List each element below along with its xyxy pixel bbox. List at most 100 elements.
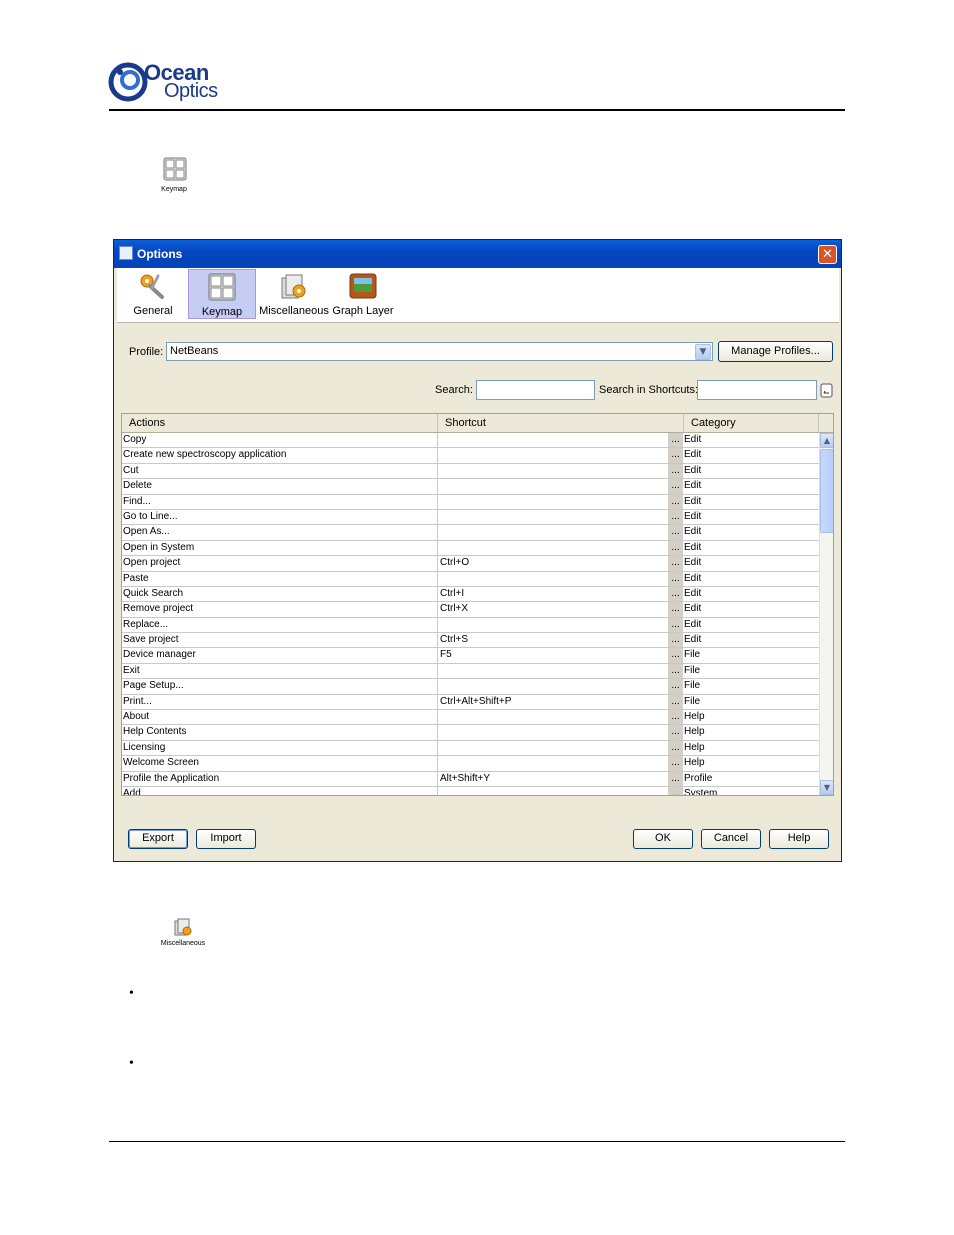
table-row[interactable]: Open As...... Edit [122, 525, 819, 541]
shortcut-cell[interactable] [439, 710, 669, 724]
table-row[interactable]: Copy... Edit [122, 433, 819, 449]
action-cell: Open in System [123, 540, 438, 556]
category-graph-layer[interactable]: Graph Layer [331, 269, 395, 319]
shortcut-cell[interactable]: Ctrl+X [439, 602, 669, 616]
column-header-actions[interactable]: Actions [122, 414, 438, 432]
edit-shortcut-button[interactable]: ... [668, 663, 683, 679]
shortcut-cell[interactable] [439, 572, 669, 586]
edit-shortcut-button[interactable]: ... [668, 479, 683, 494]
shortcut-cell[interactable] [439, 541, 669, 555]
table-row[interactable]: Paste... Edit [122, 571, 819, 587]
table-row[interactable]: Create new spectroscopy application... Ed… [122, 448, 819, 464]
shortcut-cell[interactable] [439, 495, 669, 509]
edit-shortcut-button[interactable]: ... [668, 586, 683, 602]
shortcut-cell[interactable] [439, 448, 669, 462]
category-keymap[interactable]: Keymap [188, 269, 256, 319]
scrollbar-thumb[interactable] [820, 449, 833, 533]
help-button[interactable]: Help [769, 829, 829, 849]
table-row[interactable]: Device manager F5... File [122, 648, 819, 664]
shortcut-cell[interactable] [439, 479, 669, 493]
close-button[interactable]: ✕ [818, 245, 837, 264]
edit-shortcut-button[interactable]: ... [668, 648, 683, 663]
shortcut-cell[interactable]: Alt+Shift+Y [439, 772, 669, 786]
edit-shortcut-button[interactable]: ... [668, 633, 683, 648]
scroll-down-icon[interactable]: ▼ [820, 780, 833, 795]
edit-shortcut-button[interactable]: ... [668, 710, 683, 725]
shortcut-cell[interactable] [439, 618, 669, 632]
table-row[interactable]: Replace...... Edit [122, 617, 819, 634]
category-miscellaneous[interactable]: Miscellaneous [258, 269, 330, 319]
table-row[interactable]: Profile the Application Alt+Shift+Y... Pro… [122, 771, 819, 787]
table-row[interactable]: About... Help [122, 710, 819, 726]
scroll-up-icon[interactable]: ▲ [820, 433, 833, 448]
table-row[interactable]: Go to Line...... Edit [122, 509, 819, 526]
import-button[interactable]: Import [196, 829, 256, 849]
table-row[interactable]: Licensing... Help [122, 740, 819, 757]
search-shortcuts-input[interactable] [697, 380, 817, 400]
edit-shortcut-button[interactable]: ... [668, 433, 683, 448]
shortcut-cell[interactable] [439, 741, 669, 755]
edit-shortcut-button[interactable]: ... [668, 725, 683, 740]
edit-shortcut-button[interactable]: ... [668, 463, 683, 479]
shortcut-cell[interactable] [439, 725, 669, 739]
profile-select[interactable]: NetBeans ▼ [166, 342, 713, 361]
action-cell: Device manager [123, 648, 438, 663]
edit-shortcut-button[interactable]: ... [668, 694, 683, 710]
title-bar[interactable]: Options ✕ [114, 240, 841, 268]
shortcut-cell[interactable] [439, 679, 669, 693]
category-general[interactable]: General [119, 269, 187, 319]
action-cell: Copy [123, 433, 438, 448]
chevron-down-icon[interactable]: ▼ [695, 344, 711, 360]
shortcut-cell[interactable] [439, 756, 669, 770]
edit-shortcut-button[interactable]: ... [668, 771, 683, 786]
edit-shortcut-button[interactable]: ... [668, 494, 683, 509]
cancel-button[interactable]: Cancel [701, 829, 761, 849]
edit-shortcut-button[interactable]: ... [668, 679, 683, 694]
shortcut-cell[interactable]: Ctrl+Alt+Shift+P [439, 695, 669, 709]
column-header-category[interactable]: Category [684, 414, 819, 432]
shortcut-cell[interactable]: Ctrl+O [439, 556, 669, 570]
edit-shortcut-button[interactable]: ... [668, 602, 683, 617]
column-header-shortcut[interactable]: Shortcut [438, 414, 684, 432]
table-row[interactable]: Welcome Screen... Help [122, 756, 819, 772]
edit-shortcut-button[interactable]: ... [668, 786, 683, 795]
shortcut-cell[interactable]: Ctrl+I [439, 587, 669, 601]
edit-shortcut-button[interactable]: ... [668, 571, 683, 586]
edit-shortcut-button[interactable]: ... [668, 448, 683, 463]
table-row[interactable]: Cut... Edit [122, 463, 819, 480]
table-row[interactable]: Save project Ctrl+S... Edit [122, 633, 819, 649]
shortcut-cell[interactable] [439, 787, 669, 795]
table-row[interactable]: Help Contents... Help [122, 725, 819, 741]
shortcut-cell[interactable] [439, 510, 669, 524]
table-row[interactable]: Exit... File [122, 663, 819, 680]
ok-button[interactable]: OK [633, 829, 693, 849]
shortcut-cell[interactable] [439, 464, 669, 478]
search-input[interactable] [476, 380, 595, 400]
export-button[interactable]: Export [128, 829, 188, 849]
table-row[interactable]: Print... Ctrl+Alt+Shift+P... File [122, 694, 819, 711]
edit-shortcut-button[interactable]: ... [668, 740, 683, 756]
table-row[interactable]: Quick Search Ctrl+I... Edit [122, 586, 819, 603]
category-cell: Edit [684, 449, 702, 461]
edit-shortcut-button[interactable]: ... [668, 525, 683, 540]
edit-shortcut-button[interactable]: ... [668, 617, 683, 633]
shortcut-cell[interactable] [439, 525, 669, 539]
shortcut-cell[interactable] [439, 433, 669, 447]
shortcut-cell[interactable] [439, 664, 669, 678]
clear-shortcut-icon[interactable] [820, 383, 833, 398]
table-row[interactable]: Remove project Ctrl+X... Edit [122, 602, 819, 618]
table-row[interactable]: Find...... Edit [122, 494, 819, 510]
edit-shortcut-button[interactable]: ... [668, 509, 683, 525]
edit-shortcut-button[interactable]: ... [668, 756, 683, 771]
manage-profiles-button[interactable]: Manage Profiles... [718, 341, 833, 362]
shortcut-cell[interactable]: Ctrl+S [439, 633, 669, 647]
edit-shortcut-button[interactable]: ... [668, 556, 683, 571]
shortcut-cell[interactable]: F5 [439, 648, 669, 662]
table-row[interactable]: Page Setup...... File [122, 679, 819, 695]
table-row[interactable]: Delete... Edit [122, 479, 819, 495]
edit-shortcut-button[interactable]: ... [668, 540, 683, 556]
table-row[interactable]: Open project Ctrl+O... Edit [122, 556, 819, 572]
table-row[interactable]: Open in System... Edit [122, 540, 819, 557]
vertical-scrollbar[interactable]: ▲ ▼ [819, 433, 833, 795]
table-row[interactable]: Add... System [122, 786, 819, 795]
